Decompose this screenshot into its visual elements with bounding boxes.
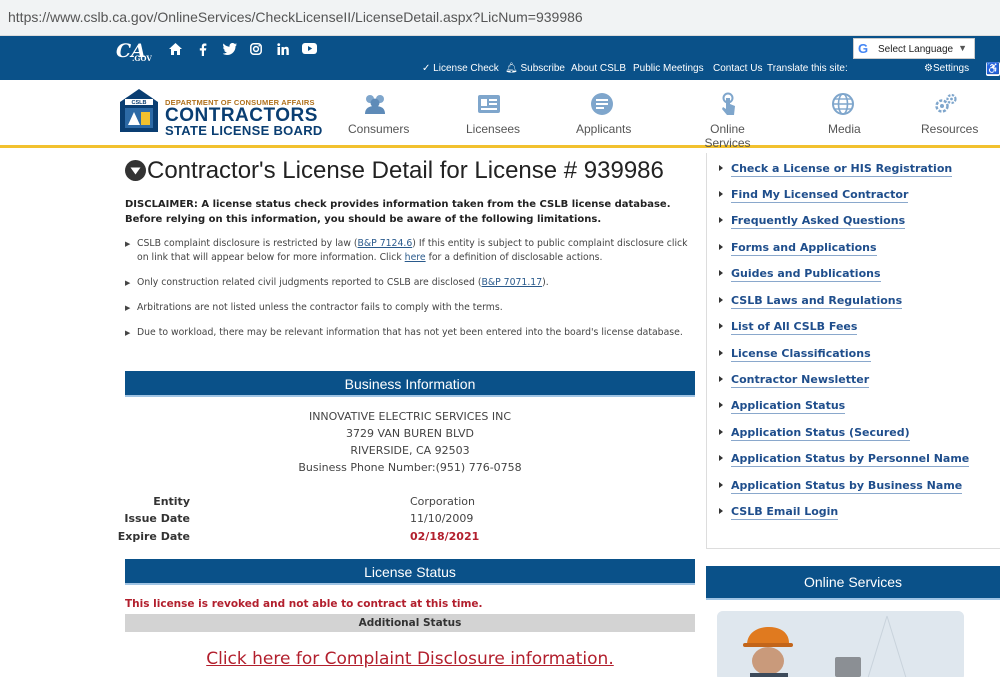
about-cslb-link[interactable]: About CSLB: [571, 63, 626, 74]
public-meetings-link[interactable]: Public Meetings: [633, 63, 704, 74]
bp-7124-6-link[interactable]: B&P 7124.6: [358, 238, 413, 249]
cslb-seal-logo[interactable]: CSLB: [119, 88, 159, 133]
media-icon: [830, 92, 856, 116]
nav-online-services[interactable]: Online Services: [690, 92, 765, 150]
disclaimer-text: DISCLAIMER: A license status check provi…: [125, 199, 671, 225]
caret-right-icon: [719, 376, 723, 382]
caret-right-icon: [719, 482, 723, 488]
business-name: INNOVATIVE ELECTRIC SERVICES INC: [308, 410, 512, 423]
accessibility-icon[interactable]: ♿: [986, 62, 1000, 76]
list-item: ▶ Only construction related civil judgme…: [125, 277, 549, 288]
license-check-link[interactable]: ✓ License Check: [422, 63, 499, 74]
caret-right-icon: [719, 402, 723, 408]
dropdown-arrow-icon: ▼: [958, 43, 967, 53]
nav-licensees[interactable]: Licensees: [466, 92, 520, 136]
nav-consumers[interactable]: Consumers: [348, 92, 409, 136]
caret-right-icon: [719, 429, 723, 435]
license-detail-heading: Contractor's License Detail for License …: [147, 157, 664, 184]
business-address: INNOVATIVE ELECTRIC SERVICES INC 3729 VA…: [260, 408, 560, 476]
translate-label: Translate this site:: [767, 63, 848, 74]
bullet-icon: ▶: [125, 329, 131, 337]
additional-status-heading: Additional Status: [125, 614, 695, 632]
caret-right-icon: [719, 270, 723, 276]
bullet-icon: ▶: [125, 279, 131, 287]
collapse-toggle-icon[interactable]: [125, 160, 146, 181]
business-phone: Business Phone Number:(951) 776-0758: [298, 461, 522, 474]
twitter-icon[interactable]: [223, 43, 237, 55]
bullet-icon: ▶: [125, 240, 131, 248]
linkedin-icon[interactable]: [277, 43, 289, 55]
language-select[interactable]: G Select Language ▼: [853, 38, 975, 59]
browser-address-bar[interactable]: https://www.cslb.ca.gov/OnlineServices/C…: [0, 0, 1000, 36]
google-icon: G: [858, 41, 869, 56]
bell-icon: 🔔︎: [505, 63, 518, 74]
url-text[interactable]: https://www.cslb.ca.gov/OnlineServices/C…: [8, 9, 583, 25]
online-services-heading: Online Services: [706, 566, 1000, 600]
consumers-icon: [362, 92, 388, 116]
caret-right-icon: [719, 455, 723, 461]
contact-us-link[interactable]: Contact Us: [713, 63, 762, 74]
caret-right-icon: [719, 244, 723, 250]
caret-right-icon: [719, 191, 723, 197]
subscribe-link[interactable]: 🔔︎ Subscribe: [505, 63, 565, 74]
cslb-wordmark[interactable]: DEPARTMENT OF CONSUMER AFFAIRS CONTRACTO…: [165, 98, 323, 137]
nav-applicants[interactable]: Applicants: [576, 92, 631, 136]
home-icon[interactable]: [169, 43, 182, 55]
ca-gov-logo[interactable]: CA .GOV: [116, 40, 152, 64]
revoked-status-message: This license is revoked and not able to …: [125, 598, 483, 610]
bp-7071-17-link[interactable]: B&P 7071.17: [481, 277, 542, 288]
licensees-icon: [476, 92, 502, 116]
business-information-heading: Business Information: [125, 371, 695, 397]
definition-here-link[interactable]: here: [405, 252, 426, 263]
facebook-icon[interactable]: [199, 43, 207, 56]
settings-link[interactable]: ⚙Settings: [924, 63, 969, 74]
gear-icon: ⚙: [924, 63, 933, 74]
caret-right-icon: [719, 323, 723, 329]
license-status-heading: License Status: [125, 559, 695, 585]
caret-right-icon: [719, 165, 723, 171]
caret-right-icon: [719, 217, 723, 223]
instagram-icon[interactable]: [250, 43, 262, 55]
complaint-disclosure-link[interactable]: Click here for Complaint Disclosure info…: [125, 649, 695, 669]
online-services-promo-image[interactable]: [717, 611, 964, 677]
sidebar-links: Check a License or HIS Registration Find…: [706, 153, 1000, 549]
list-item: ▶ CSLB complaint disclosure is restricte…: [125, 238, 688, 263]
business-city: RIVERSIDE, CA 92503: [350, 444, 470, 457]
list-item: ▶ Arbitrations are not listed unless the…: [125, 302, 503, 313]
business-street: 3729 VAN BUREN BLVD: [346, 427, 474, 440]
checkmark-icon: ✓: [422, 63, 431, 74]
caret-right-icon: [719, 297, 723, 303]
site-header: CSLB DEPARTMENT OF CONSUMER AFFAIRS CONT…: [0, 80, 1000, 150]
youtube-icon[interactable]: [302, 43, 317, 54]
top-utility-bar: CA .GOV G Select Language ▼ ✓ License Che…: [0, 36, 1000, 80]
applicants-icon: [589, 92, 615, 116]
caret-right-icon: [719, 508, 723, 514]
nav-resources[interactable]: Resources: [921, 92, 978, 136]
caret-right-icon: [719, 350, 723, 356]
list-item: ▶ Due to workload, there may be relevant…: [125, 327, 683, 338]
resources-icon: [933, 92, 959, 116]
nav-media[interactable]: Media: [828, 92, 861, 136]
online-services-icon: [715, 92, 741, 116]
svg-text:CSLB: CSLB: [132, 100, 147, 106]
bullet-icon: ▶: [125, 304, 131, 312]
